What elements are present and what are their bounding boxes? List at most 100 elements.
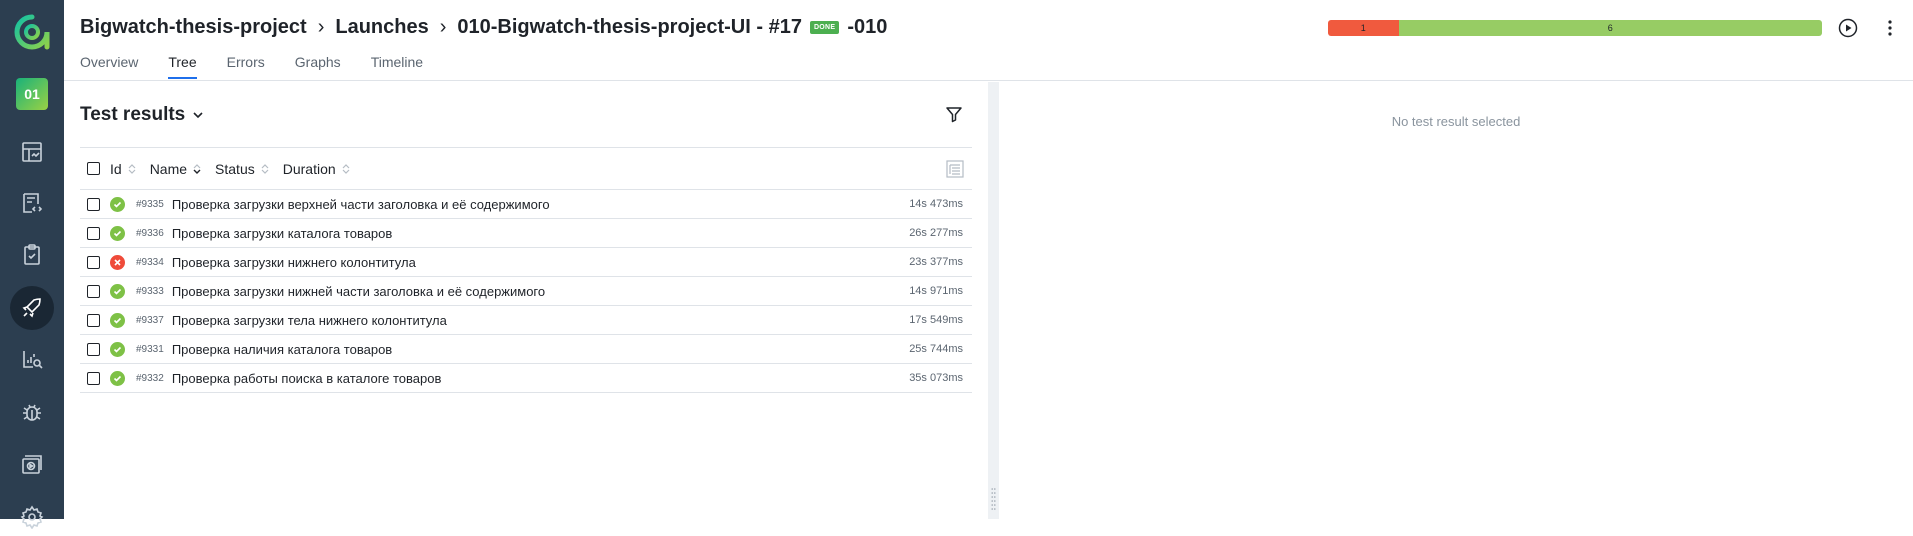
status-passed-icon: [110, 341, 125, 357]
breadcrumb-launches[interactable]: Launches: [335, 16, 428, 39]
column-duration-label: Duration: [282, 160, 336, 177]
row-checkbox[interactable]: [87, 284, 100, 298]
table-row[interactable]: #9337 Проверка загрузки тела нижнего кол…: [80, 306, 972, 335]
tab-timeline[interactable]: Timeline: [371, 54, 423, 79]
status-passed-icon: [110, 196, 125, 212]
column-id[interactable]: Id: [110, 161, 136, 177]
row-checkbox[interactable]: [87, 226, 100, 240]
dashboard-icon: [22, 142, 42, 162]
select-all-checkbox[interactable]: [87, 162, 100, 175]
status-passed-icon: [110, 225, 125, 241]
row-checkbox[interactable]: [87, 255, 100, 269]
analytics-icon: [23, 351, 43, 369]
empty-state-message: No test result selected: [1391, 114, 1521, 129]
sidebar-item-analytics[interactable]: [13, 340, 51, 378]
row-checkbox[interactable]: [87, 197, 100, 211]
test-name: Проверка загрузки нижней части заголовка…: [171, 283, 546, 299]
row-checkbox[interactable]: [87, 371, 100, 385]
allure-logo-icon[interactable]: [13, 13, 51, 51]
column-duration[interactable]: Duration: [283, 161, 350, 177]
launch-suffix: -010: [847, 16, 888, 38]
chevron-right-icon: ›: [439, 16, 447, 38]
filter-button[interactable]: [944, 104, 964, 124]
test-plans-icon: [24, 244, 40, 265]
status-passed-icon: [110, 370, 125, 386]
test-name: Проверка загрузки нижнего колонтитула: [171, 254, 416, 270]
status-failed-icon: [110, 254, 125, 270]
table-header: Id Name Status Duration: [80, 148, 972, 190]
tab-graphs[interactable]: Graphs: [295, 54, 341, 79]
breadcrumb-launch: 010-Bigwatch-thesis-project-UI - #17: [457, 16, 802, 38]
chevron-down-icon: [193, 112, 203, 119]
progress-failed-segment: 1: [1328, 20, 1399, 36]
column-status[interactable]: Status: [215, 161, 269, 177]
row-checkbox[interactable]: [87, 313, 100, 327]
table-row[interactable]: #9331 Проверка наличия каталога товаров …: [80, 335, 972, 364]
table-row[interactable]: #9336 Проверка загрузки каталога товаров…: [80, 219, 972, 248]
more-vertical-icon: [1888, 20, 1892, 36]
chevron-right-icon: ›: [317, 16, 325, 38]
test-name: Проверка работы поиска в каталоге товаро…: [171, 370, 442, 386]
tab-tree[interactable]: Tree: [168, 54, 197, 79]
tree-view-toggle[interactable]: [946, 160, 964, 178]
table-row[interactable]: #9332 Проверка работы поиска в каталоге …: [80, 364, 972, 393]
drag-grip-icon: [991, 488, 996, 510]
jobs-icon: [22, 455, 42, 474]
sidebar-item-test-cases[interactable]: [13, 184, 51, 222]
sort-icon: [261, 163, 269, 174]
sidebar-item-launches[interactable]: [10, 286, 54, 330]
test-id: #9335: [136, 198, 164, 210]
test-results-dropdown[interactable]: Test results: [80, 104, 205, 126]
more-actions-button[interactable]: [1882, 18, 1898, 38]
settings-icon: [20, 505, 44, 529]
launch-progress-bar[interactable]: 1 6: [1328, 20, 1822, 36]
sidebar-item-defects[interactable]: [13, 393, 51, 431]
test-id: #9337: [136, 314, 164, 326]
test-results-list: #9335 Проверка загрузки верхней части за…: [80, 190, 972, 393]
sort-icon: [342, 163, 350, 174]
test-duration: 14s 473ms: [909, 198, 963, 210]
test-duration: 35s 073ms: [909, 372, 963, 384]
test-duration: 25s 744ms: [909, 343, 963, 355]
tab-errors[interactable]: Errors: [227, 54, 265, 79]
table-row[interactable]: #9333 Проверка загрузки нижней части заг…: [80, 277, 972, 306]
test-id: #9333: [136, 285, 164, 297]
play-icon: [1838, 18, 1858, 38]
test-id: #9332: [136, 372, 164, 384]
tabs: Overview Tree Errors Graphs Timeline: [80, 54, 453, 79]
test-result-detail-panel: No test result selected: [999, 82, 1913, 519]
tree-structure-icon: [946, 160, 964, 178]
sort-icon: [128, 163, 136, 174]
test-name: Проверка наличия каталога товаров: [171, 341, 393, 357]
sidebar-item-test-plans[interactable]: [13, 236, 51, 274]
page-header: Bigwatch-thesis-project › Launches › 010…: [64, 0, 1913, 81]
test-name: Проверка загрузки тела нижнего колонтиту…: [171, 312, 447, 328]
breadcrumb: Bigwatch-thesis-project › Launches › 010…: [80, 16, 887, 39]
column-name[interactable]: Name: [150, 161, 201, 177]
column-name-label: Name: [149, 160, 188, 177]
status-passed-icon: [110, 312, 125, 328]
sidebar-item-settings[interactable]: [13, 498, 51, 536]
test-results-panel: Test results Id Name Status Duration #93…: [64, 82, 988, 519]
test-duration: 17s 549ms: [909, 314, 963, 326]
sidebar-item-jobs[interactable]: [13, 446, 51, 484]
tab-overview[interactable]: Overview: [80, 54, 138, 79]
test-name: Проверка загрузки каталога товаров: [171, 225, 393, 241]
table-row[interactable]: #9335 Проверка загрузки верхней части за…: [80, 190, 972, 219]
test-duration: 26s 277ms: [909, 227, 963, 239]
row-checkbox[interactable]: [87, 342, 100, 356]
filter-icon: [946, 107, 962, 123]
table-row[interactable]: #9334 Проверка загрузки нижнего колонтит…: [80, 248, 972, 277]
status-badge: DONE: [809, 21, 840, 34]
rerun-button[interactable]: [1838, 18, 1858, 38]
sidebar: 01: [0, 0, 64, 529]
panel-resize-handle[interactable]: [988, 82, 999, 519]
breadcrumb-project[interactable]: Bigwatch-thesis-project: [80, 16, 307, 39]
test-id: #9336: [136, 227, 164, 239]
project-badge[interactable]: 01: [16, 78, 48, 110]
status-passed-icon: [110, 283, 125, 299]
sort-desc-icon: [193, 163, 201, 174]
test-id: #9334: [136, 256, 164, 268]
sidebar-item-dashboards[interactable]: [13, 133, 51, 171]
column-id-label: Id: [110, 160, 122, 177]
